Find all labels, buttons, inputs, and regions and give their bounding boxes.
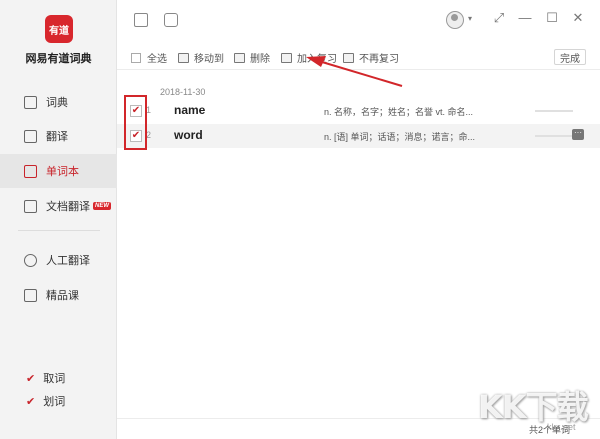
annotation-arrow: [306, 56, 403, 87]
watermark-url: kkx.net: [547, 422, 576, 432]
